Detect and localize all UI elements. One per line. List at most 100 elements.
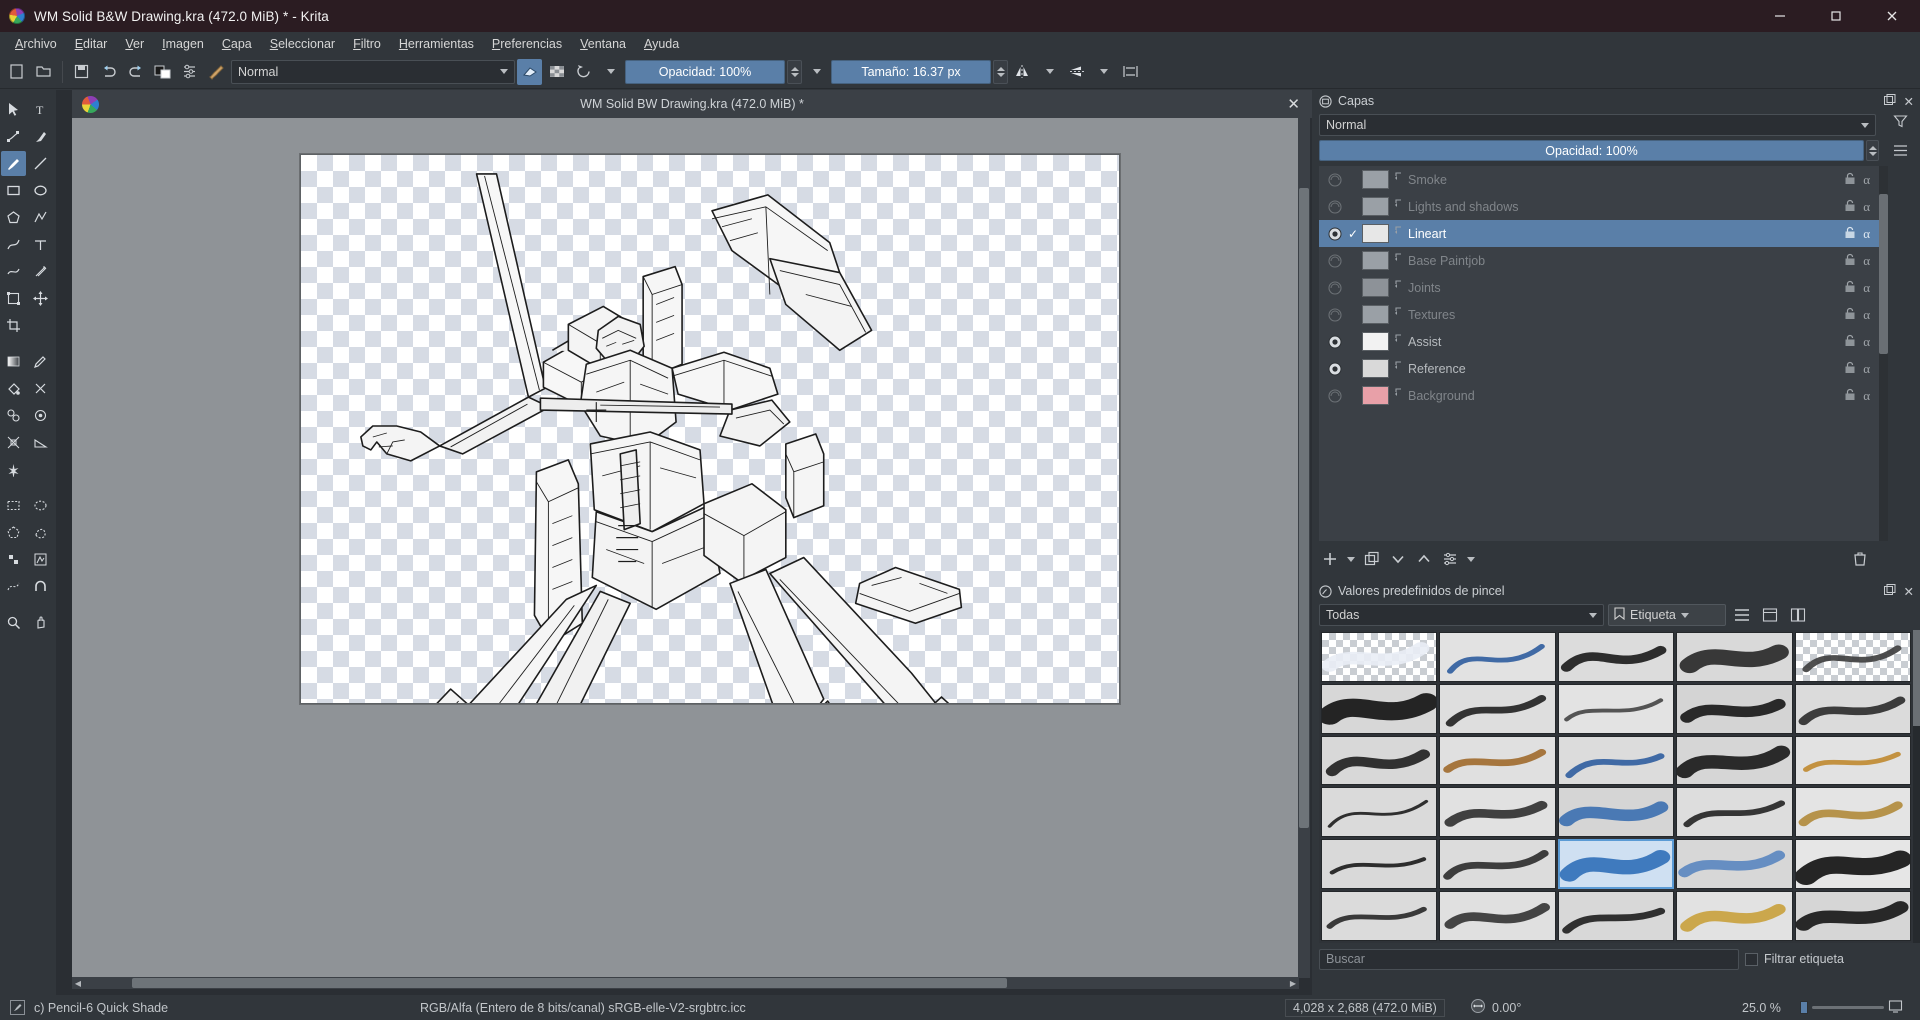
open-document-icon[interactable] bbox=[31, 59, 56, 85]
brush-preset-item[interactable] bbox=[1439, 683, 1556, 734]
move-layer-down-icon[interactable] bbox=[1387, 548, 1409, 570]
layer-blend-mode-combo[interactable]: Normal bbox=[1319, 114, 1876, 136]
menu-capa[interactable]: Capa bbox=[213, 34, 261, 54]
minimize-button[interactable] bbox=[1752, 0, 1808, 32]
eraser-mode-icon[interactable] bbox=[517, 58, 542, 85]
layer-lock-icon[interactable] bbox=[1844, 280, 1856, 296]
add-layer-dropdown-icon[interactable] bbox=[1345, 548, 1357, 570]
brush-preset-item[interactable] bbox=[1321, 632, 1438, 682]
layer-alpha-lock-icon[interactable]: α bbox=[1863, 253, 1870, 269]
canvas-horizontal-scrollbar[interactable]: ◀ ▶ bbox=[72, 977, 1299, 989]
layer-visible-eye-icon[interactable] bbox=[1325, 362, 1344, 376]
tool-bezier-curve-icon[interactable] bbox=[1, 232, 26, 257]
filter-tag-checkbox[interactable] bbox=[1745, 952, 1758, 966]
layer-hidden-eye-icon[interactable] bbox=[1325, 253, 1344, 268]
layer-alpha-lock-icon[interactable]: α bbox=[1863, 280, 1870, 296]
brush-preset-item[interactable] bbox=[1676, 683, 1793, 734]
brush-preset-item[interactable] bbox=[1676, 891, 1793, 941]
brush-preset-item[interactable] bbox=[1557, 683, 1675, 734]
opacity-options-arrow-icon[interactable] bbox=[804, 59, 829, 85]
brush-search-input[interactable]: Buscar bbox=[1319, 948, 1739, 970]
zoom-slider-handle[interactable] bbox=[1800, 1001, 1808, 1014]
filter-layers-icon[interactable] bbox=[1892, 114, 1908, 134]
undo-icon[interactable] bbox=[96, 59, 121, 85]
layer-hidden-eye-icon[interactable] bbox=[1325, 388, 1344, 403]
tool-reference-images-icon[interactable] bbox=[1, 457, 26, 482]
tool-move-icon[interactable] bbox=[28, 286, 53, 311]
brush-settings-icon[interactable] bbox=[177, 59, 202, 85]
brush-preset-item[interactable] bbox=[1794, 787, 1911, 838]
menu-herramientas[interactable]: Herramientas bbox=[390, 34, 483, 54]
tool-assistant-icon[interactable] bbox=[1, 430, 26, 455]
close-docker-icon[interactable]: ✕ bbox=[1904, 584, 1914, 599]
brush-tag-button[interactable]: Etiqueta bbox=[1608, 604, 1726, 626]
tool-freehand-path-icon[interactable] bbox=[28, 232, 53, 257]
current-preset-thumbnail-icon[interactable] bbox=[10, 1000, 25, 1015]
tool-ellipse-icon[interactable] bbox=[28, 178, 53, 203]
brush-list-view-icon[interactable] bbox=[1730, 604, 1754, 626]
layer-lock-icon[interactable] bbox=[1844, 334, 1856, 350]
brush-preset-item[interactable] bbox=[1321, 735, 1438, 786]
brush-collection-combo[interactable]: Todas bbox=[1319, 604, 1604, 626]
tool-colorize-mask-icon[interactable] bbox=[1, 403, 26, 428]
tool-select-shapes-icon[interactable] bbox=[1, 97, 26, 122]
brush-preset-item[interactable] bbox=[1676, 787, 1793, 838]
tool-calligraphy-icon[interactable] bbox=[28, 124, 53, 149]
brush-preset-item[interactable] bbox=[1794, 683, 1911, 734]
tool-smart-patch-icon[interactable] bbox=[28, 376, 53, 401]
delete-layer-icon[interactable] bbox=[1849, 548, 1871, 570]
layer-visible-eye-icon[interactable] bbox=[1325, 227, 1344, 241]
layer-alpha-lock-icon[interactable]: α bbox=[1863, 334, 1870, 350]
brush-preset-grid[interactable] bbox=[1319, 630, 1913, 943]
tool-rectangular-selection-icon[interactable] bbox=[1, 493, 26, 518]
tool-rectangle-icon[interactable] bbox=[1, 178, 26, 203]
layer-list[interactable]: Smoke α Lights and shadows α ✓ Lineart α Base P… bbox=[1319, 166, 1879, 541]
tool-polygon-icon[interactable] bbox=[1, 205, 26, 230]
tool-measure-icon[interactable] bbox=[28, 430, 53, 455]
menu-ver[interactable]: Ver bbox=[116, 34, 153, 54]
layer-menu-icon[interactable] bbox=[1893, 144, 1908, 162]
scrollbar-thumb[interactable] bbox=[1879, 194, 1888, 354]
preset-dropdown-arrow-icon[interactable] bbox=[598, 59, 623, 85]
layer-visible-eye-icon[interactable] bbox=[1325, 335, 1344, 349]
tool-dynamic-brush-icon[interactable] bbox=[1, 259, 26, 284]
mirror-h-options-arrow-icon[interactable] bbox=[1037, 59, 1062, 85]
inherit-alpha-icon[interactable] bbox=[1393, 334, 1405, 349]
layer-properties-icon[interactable] bbox=[1439, 548, 1461, 570]
brush-preset-item[interactable] bbox=[1439, 891, 1556, 941]
brush-preset-item[interactable] bbox=[1439, 632, 1556, 682]
maximize-button[interactable] bbox=[1808, 0, 1864, 32]
layer-hidden-eye-icon[interactable] bbox=[1325, 280, 1344, 295]
layer-hidden-eye-icon[interactable] bbox=[1325, 172, 1344, 187]
document-close-icon[interactable]: ✕ bbox=[1287, 97, 1300, 112]
layer-lock-icon[interactable] bbox=[1844, 172, 1856, 188]
tool-pan-icon[interactable] bbox=[28, 610, 53, 635]
blend-mode-combo[interactable]: Normal bbox=[231, 59, 515, 84]
tool-color-picker-icon[interactable] bbox=[28, 349, 53, 374]
layer-row[interactable]: Reference α bbox=[1319, 355, 1879, 382]
brush-store-icon[interactable] bbox=[1758, 604, 1782, 626]
brush-preset-item[interactable] bbox=[1439, 787, 1556, 838]
layer-selection-checkbox[interactable]: ✓ bbox=[1344, 227, 1362, 241]
scroll-right-icon[interactable]: ▶ bbox=[1287, 977, 1299, 989]
tool-edit-shapes-icon[interactable] bbox=[1, 124, 26, 149]
layer-row[interactable]: Base Paintjob α bbox=[1319, 247, 1879, 274]
close-button[interactable] bbox=[1864, 0, 1920, 32]
brush-preset-icon[interactable] bbox=[204, 59, 229, 85]
brush-settings-options-icon[interactable] bbox=[1786, 604, 1810, 626]
reload-preset-icon[interactable] bbox=[571, 59, 596, 85]
opacity-slider[interactable]: Opacidad: 100% bbox=[625, 59, 785, 84]
layer-alpha-lock-icon[interactable]: α bbox=[1863, 388, 1870, 404]
layer-list-scrollbar[interactable] bbox=[1879, 166, 1888, 541]
new-document-icon[interactable] bbox=[4, 59, 29, 85]
layer-alpha-lock-icon[interactable]: α bbox=[1863, 199, 1870, 215]
layer-lock-icon[interactable] bbox=[1844, 388, 1856, 404]
scroll-left-icon[interactable]: ◀ bbox=[72, 977, 84, 989]
brush-preset-item[interactable] bbox=[1557, 787, 1675, 838]
menu-ventana[interactable]: Ventana bbox=[571, 34, 635, 54]
layer-row[interactable]: Textures α bbox=[1319, 301, 1879, 328]
menu-seleccionar[interactable]: Seleccionar bbox=[261, 34, 344, 54]
tool-crop-icon[interactable] bbox=[1, 313, 26, 338]
layer-row[interactable]: Smoke α bbox=[1319, 166, 1879, 193]
tool-similar-color-selection-icon[interactable] bbox=[28, 547, 53, 572]
